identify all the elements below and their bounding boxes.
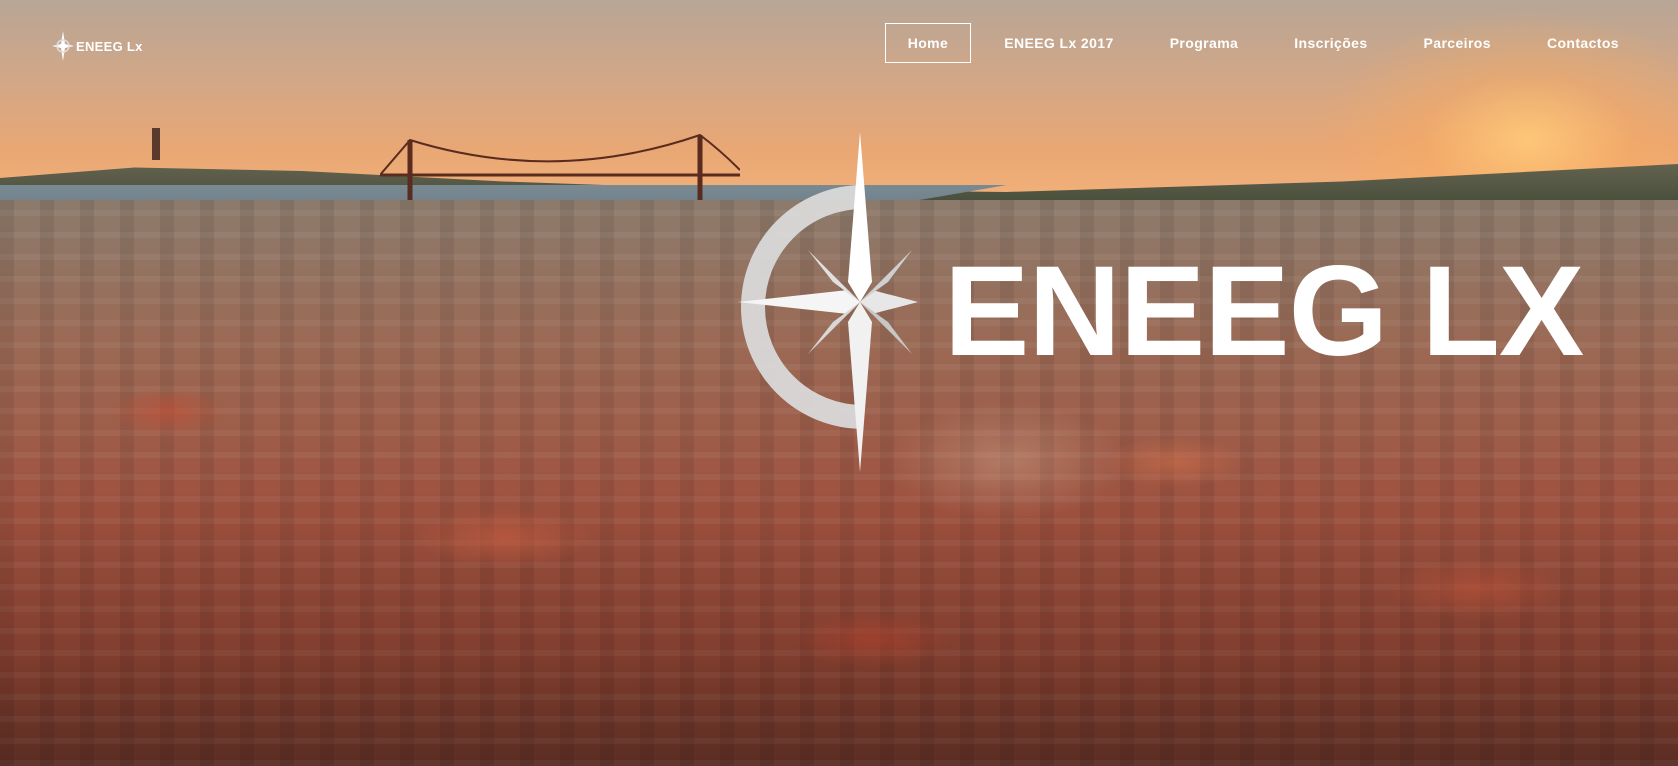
main-menu: Home ENEEG Lx 2017 Programa Inscrições P… [875,23,1642,63]
top-nav: ENEEG Lx Home ENEEG Lx 2017 Programa Ins… [0,0,1678,86]
logo-text: ENEEG Lx [76,38,143,54]
nav-contactos[interactable]: Contactos [1524,23,1642,63]
site-logo[interactable]: ENEEG Lx [52,31,143,61]
hero-title: ENEEG LX [944,240,1584,383]
nav-eneeg-2017[interactable]: ENEEG Lx 2017 [981,23,1136,63]
compass-star-icon [52,31,74,61]
nav-parceiros[interactable]: Parceiros [1401,23,1514,63]
nav-programa[interactable]: Programa [1147,23,1262,63]
nav-home[interactable]: Home [884,23,972,63]
nav-inscricoes[interactable]: Inscrições [1271,23,1390,63]
